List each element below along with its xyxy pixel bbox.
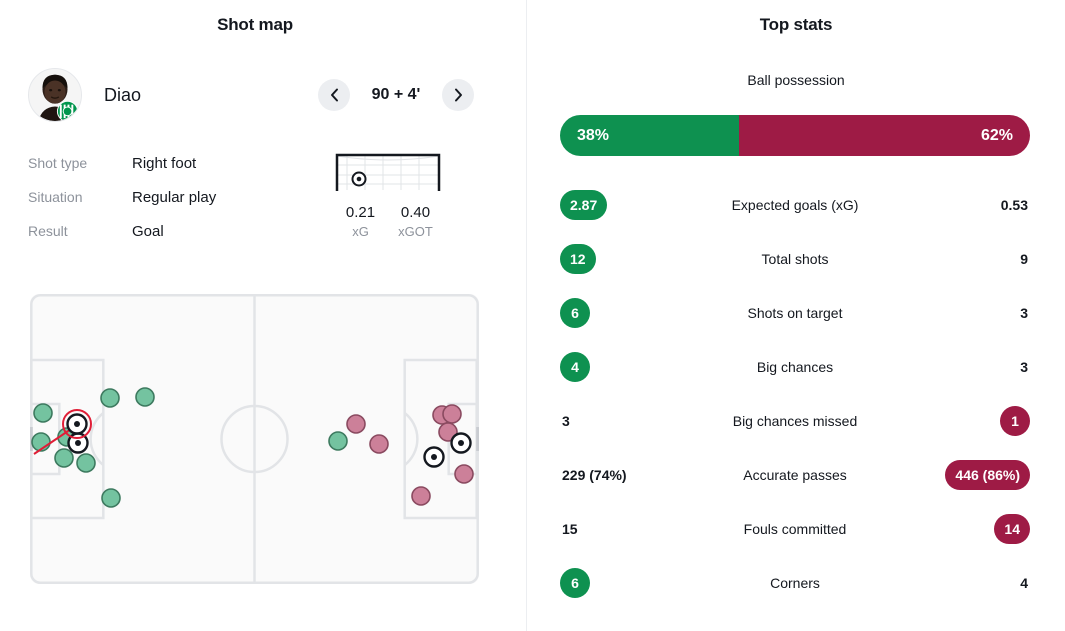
away-value-text: 4: [1020, 575, 1028, 591]
xgot-label: xGOT: [398, 224, 433, 239]
football-pitch-icon: [30, 294, 479, 584]
xg-metric: 0.21 xG: [333, 204, 388, 239]
result-value: Goal: [132, 222, 164, 240]
stat-away-value: 3: [890, 305, 1030, 321]
shot-details-list: Shot type Right foot Situation Regular p…: [28, 146, 328, 248]
ball-possession-bar: 38% 62%: [560, 115, 1030, 156]
top-stats-title: Top stats: [759, 15, 833, 34]
shot-detail-row: Situation Regular play: [28, 180, 328, 214]
away-value-pill: 1: [1000, 406, 1030, 436]
shot-minute-label: 90 + 4': [371, 86, 421, 103]
stat-row: 6 Corners 4: [560, 556, 1030, 610]
stat-home-value: 2.87: [560, 190, 700, 220]
stat-label: Big chances: [756, 359, 834, 375]
situation-value: Regular play: [132, 188, 217, 206]
stat-row: 4 Big chances 3: [560, 340, 1030, 394]
minute-navigation: 90 + 4': [318, 79, 474, 111]
player-photo-icon: [29, 69, 81, 121]
away-value-text: 3: [1020, 359, 1028, 375]
home-value-pill: 12: [560, 244, 596, 274]
stat-away-value: 9: [890, 251, 1030, 267]
stat-label: Big chances missed: [732, 413, 858, 429]
stat-label: Corners: [770, 575, 820, 591]
possession-home-segment: 38%: [560, 115, 739, 156]
situation-label: Situation: [28, 189, 83, 205]
shot-type-label: Shot type: [28, 155, 88, 171]
shot-type-value: Right foot: [132, 154, 197, 172]
away-value-pill: 446 (86%): [945, 460, 1030, 490]
shot-map-panel: Shot map Diao 90 + 4' Shot type Right fo…: [0, 0, 526, 631]
stat-away-value: 446 (86%): [890, 460, 1030, 490]
possession-away-segment: 62%: [738, 115, 1030, 156]
stat-row: 12 Total shots 9: [560, 232, 1030, 286]
xg-value: 0.21: [345, 204, 376, 221]
stat-away-value: 1: [890, 406, 1030, 436]
stat-row: 3 Big chances missed 1: [560, 394, 1030, 448]
stat-away-value: 0.53: [890, 197, 1030, 213]
player-photo-avatar[interactable]: [28, 68, 82, 122]
home-value-text: 15: [562, 521, 578, 537]
stat-away-value: 4: [890, 575, 1030, 591]
home-value-text: 229 (74%): [562, 467, 627, 483]
next-shot-button[interactable]: [442, 79, 474, 111]
home-value-pill: 4: [560, 352, 590, 382]
home-value-pill: 6: [560, 298, 590, 328]
shot-placement-ball-icon: [351, 171, 367, 187]
stat-row: 2.87 Expected goals (xG) 0.53: [560, 178, 1030, 232]
stat-label: Fouls committed: [743, 521, 847, 537]
chevron-left-icon: [330, 88, 338, 102]
top-stats-panel: Top stats Ball possession 38% 62% 2.87 Ex…: [527, 0, 1065, 631]
home-value-text: 3: [562, 413, 570, 429]
stat-home-value: 229 (74%): [560, 467, 700, 483]
previous-shot-button[interactable]: [318, 79, 350, 111]
selected-shot-highlight-icon: [62, 409, 92, 439]
stat-rows: 2.87 Expected goals (xG) 0.53 12 Total shots…: [560, 178, 1030, 610]
stat-home-value: 3: [560, 413, 700, 429]
match-stats-screen: Shot map Diao 90 + 4' Shot type Right fo…: [0, 0, 1065, 631]
stat-away-value: 3: [890, 359, 1030, 375]
away-value-text: 3: [1020, 305, 1028, 321]
stat-label: Total shots: [761, 251, 829, 267]
xg-label: xG: [352, 224, 369, 239]
stat-home-value: 6: [560, 568, 700, 598]
shot-detail-row: Shot type Right foot: [28, 146, 328, 180]
stat-label: Accurate passes: [743, 467, 847, 483]
shot-player-row: Diao 90 + 4': [28, 66, 488, 124]
stat-label: Shots on target: [747, 305, 843, 321]
football-pitch[interactable]: [30, 294, 479, 584]
shot-map-title: Shot map: [217, 15, 293, 34]
stat-home-value: 15: [560, 521, 700, 537]
stat-row: 6 Shots on target 3: [560, 286, 1030, 340]
stat-away-value: 14: [890, 514, 1030, 544]
chevron-right-icon: [454, 88, 462, 102]
goal-mouth-diagram: 0.21 xG 0.40 xGOT: [333, 150, 449, 239]
ball-possession-label: Ball possession: [747, 72, 845, 88]
home-value-pill: 6: [560, 568, 590, 598]
away-value-pill: 14: [994, 514, 1030, 544]
stat-home-value: 6: [560, 298, 700, 328]
stat-label: Expected goals (xG): [731, 197, 859, 213]
goal-frame-icon: [335, 153, 441, 191]
player-name: Diao: [104, 84, 142, 105]
stat-row: 15 Fouls committed 14: [560, 502, 1030, 556]
stat-home-value: 12: [560, 244, 700, 274]
away-value-text: 9: [1020, 251, 1028, 267]
shot-detail-row: Result Goal: [28, 214, 328, 248]
result-label: Result: [28, 223, 68, 239]
stat-home-value: 4: [560, 352, 700, 382]
xgot-value: 0.40: [400, 204, 431, 221]
home-value-pill: 2.87: [560, 190, 608, 220]
xgot-metric: 0.40 xGOT: [388, 204, 443, 239]
away-value-text: 0.53: [1000, 197, 1028, 213]
stat-row: 229 (74%) Accurate passes 446 (86%): [560, 448, 1030, 502]
